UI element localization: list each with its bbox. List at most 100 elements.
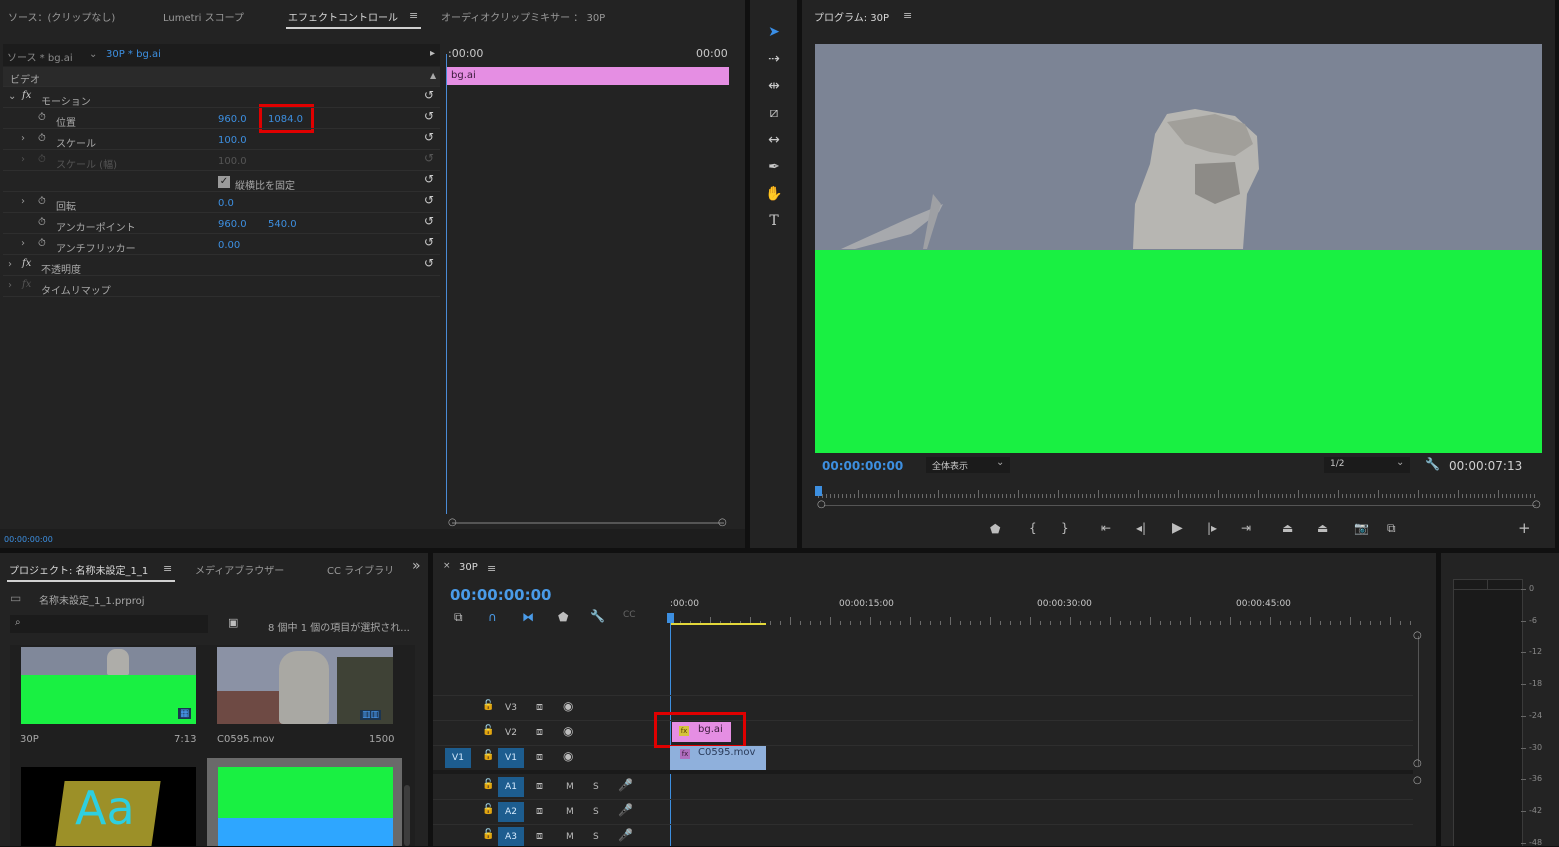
- sequence-tab[interactable]: 30P: [459, 562, 478, 573]
- type-tool-icon[interactable]: T: [764, 211, 784, 231]
- add-marker-icon[interactable]: ⬟: [990, 523, 1000, 535]
- sync-lock-icon[interactable]: ⧈: [536, 805, 543, 816]
- mini-playhead[interactable]: [446, 54, 447, 514]
- anchor-y-value[interactable]: 540.0: [268, 219, 297, 230]
- track-a3[interactable]: A3: [498, 827, 524, 846]
- program-zoom-bar[interactable]: [824, 505, 1536, 506]
- snap-icon[interactable]: ∩: [488, 611, 497, 623]
- track-v2[interactable]: V2: [498, 723, 524, 743]
- stopwatch-icon[interactable]: ⏱: [38, 112, 46, 123]
- timeline-timecode[interactable]: 00:00:00:00: [450, 586, 552, 604]
- tab-media-browser[interactable]: メディアブラウザー: [195, 562, 284, 577]
- sequence-clip-label[interactable]: 30P * bg.ai: [106, 49, 161, 60]
- lock-icon[interactable]: 🔓: [482, 805, 494, 815]
- tab-effect-controls[interactable]: エフェクトコントロール: [288, 9, 398, 24]
- nest-icon[interactable]: ⧉: [454, 611, 463, 623]
- search-input[interactable]: ⌕: [10, 615, 208, 633]
- panel-menu-icon[interactable]: ≡: [903, 10, 912, 21]
- close-icon[interactable]: ×: [443, 562, 451, 571]
- tab-lumetri-scopes[interactable]: Lumetri スコープ: [163, 9, 244, 24]
- hand-tool-icon[interactable]: ✋: [764, 184, 784, 204]
- rotation-expand-icon[interactable]: ›: [21, 196, 25, 207]
- resolution-dropdown[interactable]: 1/2 ⌄: [1324, 457, 1410, 473]
- sync-lock-icon[interactable]: ⧈: [536, 751, 543, 762]
- mute-button[interactable]: M: [566, 832, 574, 842]
- clip-c0595[interactable]: fx C0595.mov: [670, 746, 766, 770]
- tab-source[interactable]: ソース：(クリップなし): [8, 9, 115, 24]
- stopwatch-icon[interactable]: ⏱: [38, 217, 46, 228]
- track-select-tool-icon[interactable]: ⇢: [764, 49, 784, 69]
- microphone-icon[interactable]: 🎤: [618, 779, 633, 791]
- eye-icon[interactable]: ◉: [563, 700, 573, 712]
- anchor-x-value[interactable]: 960.0: [218, 219, 247, 230]
- program-title[interactable]: プログラム: 30P: [814, 9, 889, 24]
- source-clip-label[interactable]: ソース * bg.ai: [7, 49, 73, 64]
- scroll-handle-left-icon[interactable]: ○: [448, 517, 457, 528]
- program-video-frame[interactable]: [815, 44, 1542, 453]
- program-timecode[interactable]: 00:00:00:00: [822, 459, 903, 473]
- wrench-icon[interactable]: 🔧: [1425, 458, 1440, 470]
- mark-out-icon[interactable]: }: [1061, 522, 1069, 534]
- solo-button[interactable]: S: [593, 807, 599, 817]
- work-area-bar[interactable]: [670, 623, 766, 625]
- go-to-in-icon[interactable]: ⇤: [1101, 522, 1111, 534]
- vscroll-handle-icon[interactable]: ○: [1413, 630, 1422, 641]
- zoom-handle-right-icon[interactable]: ○: [1532, 499, 1541, 510]
- panel-menu-icon[interactable]: ≡: [163, 563, 172, 574]
- fit-dropdown[interactable]: 全体表示 ⌄: [926, 457, 1010, 473]
- collapse-arrow-icon[interactable]: ▸: [430, 48, 435, 59]
- track-a2[interactable]: A2: [498, 802, 524, 822]
- reset-icon[interactable]: ↺: [424, 256, 434, 270]
- more-tabs-icon[interactable]: »: [412, 559, 421, 573]
- play-icon[interactable]: ▶: [1172, 521, 1183, 535]
- stopwatch-icon[interactable]: ⏱: [38, 133, 46, 144]
- timeline-playhead-head[interactable]: [667, 613, 674, 623]
- tab-project[interactable]: プロジェクト: 名称未設定_1_1: [9, 562, 148, 577]
- motion-expand-icon[interactable]: ⌄: [8, 91, 16, 102]
- comparison-view-icon[interactable]: ⧉: [1387, 522, 1396, 534]
- uniform-scale-checkbox[interactable]: ✓: [218, 176, 230, 188]
- slip-tool-icon[interactable]: ↔: [764, 130, 784, 150]
- fx-icon[interactable]: fx: [22, 258, 31, 269]
- tab-cc-libraries[interactable]: CC ライブラリ: [327, 562, 394, 577]
- panel-menu-icon[interactable]: ≡: [409, 10, 418, 21]
- panel-menu-icon[interactable]: ≡: [487, 563, 496, 574]
- program-playhead[interactable]: [815, 486, 822, 496]
- eye-icon[interactable]: ◉: [563, 750, 573, 762]
- reset-icon[interactable]: ↺: [424, 130, 434, 144]
- extract-icon[interactable]: ⏏: [1317, 522, 1328, 534]
- selection-tool-icon[interactable]: ➤: [764, 22, 784, 42]
- section-collapse-icon[interactable]: ▲: [430, 71, 436, 80]
- lift-icon[interactable]: ⏏: [1282, 522, 1293, 534]
- mini-clip-bar[interactable]: bg.ai: [447, 67, 729, 85]
- sync-lock-icon[interactable]: ⧈: [536, 726, 543, 737]
- sync-lock-icon[interactable]: ⧈: [536, 701, 543, 712]
- add-marker-icon[interactable]: ⬟: [558, 611, 568, 623]
- timeremap-expand-icon[interactable]: ›: [8, 280, 12, 291]
- solo-button[interactable]: S: [593, 832, 599, 842]
- reset-icon[interactable]: ↺: [424, 88, 434, 102]
- vscroll-handle-icon[interactable]: ○: [1413, 775, 1422, 786]
- reset-icon[interactable]: ↺: [424, 151, 434, 165]
- scale-expand-icon[interactable]: ›: [21, 133, 25, 144]
- step-back-icon[interactable]: ◂|: [1136, 522, 1146, 534]
- vscroll-handle-icon[interactable]: ○: [1413, 758, 1422, 769]
- reset-icon[interactable]: ↺: [424, 214, 434, 228]
- program-ruler[interactable]: [818, 488, 1540, 500]
- lock-icon[interactable]: 🔓: [482, 726, 494, 736]
- sync-lock-icon[interactable]: ⧈: [536, 830, 543, 841]
- ripple-edit-tool-icon[interactable]: ⇹: [764, 76, 784, 96]
- lock-icon[interactable]: 🔓: [482, 830, 494, 840]
- new-bin-icon[interactable]: ▣: [228, 617, 238, 628]
- reset-icon[interactable]: ↺: [424, 235, 434, 249]
- add-button-icon[interactable]: +: [1518, 521, 1531, 536]
- timeline-ruler[interactable]: [670, 613, 1415, 627]
- antiflicker-expand-icon[interactable]: ›: [21, 238, 25, 249]
- position-x-value[interactable]: 960.0: [218, 114, 247, 125]
- go-to-out-icon[interactable]: ⇥: [1241, 522, 1251, 534]
- fx-icon[interactable]: fx: [22, 90, 31, 101]
- opacity-expand-icon[interactable]: ›: [8, 259, 12, 270]
- reset-icon[interactable]: ↺: [424, 109, 434, 123]
- track-v1[interactable]: V1: [498, 748, 524, 768]
- microphone-icon[interactable]: 🎤: [618, 829, 633, 841]
